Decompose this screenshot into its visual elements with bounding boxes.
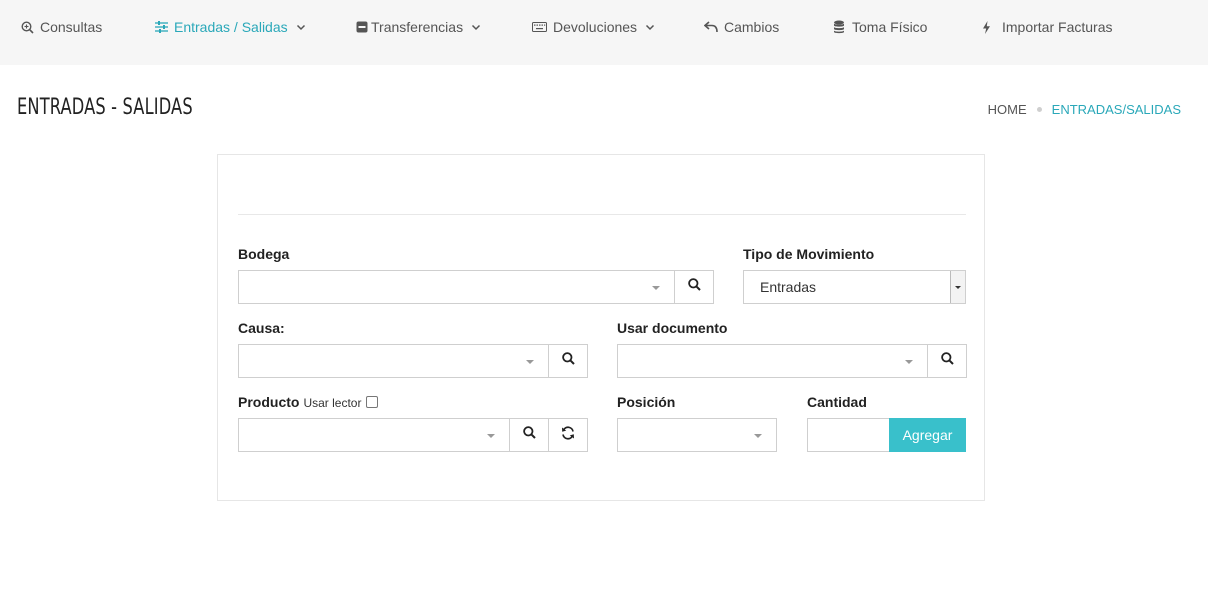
nav-item-label: Importar Facturas <box>1002 19 1113 35</box>
agregar-button[interactable]: Agregar <box>889 418 966 452</box>
search-icon <box>522 426 536 444</box>
caret-down-icon <box>526 360 534 364</box>
tipo-movimiento-label: Tipo de Movimiento <box>743 246 875 262</box>
cantidad-label: Cantidad <box>807 394 867 410</box>
search-plus-icon <box>20 20 34 34</box>
chevron-down-icon <box>471 22 481 32</box>
producto-label-group: Producto Usar lector <box>238 394 379 410</box>
cantidad-input[interactable] <box>807 418 890 452</box>
usar-documento-label: Usar documento <box>617 320 728 336</box>
search-icon <box>940 352 954 370</box>
search-icon <box>687 278 701 296</box>
top-navigation: Consultas Entradas / Salidas Transferenc… <box>0 0 1208 65</box>
posicion-select[interactable] <box>617 418 777 452</box>
search-icon <box>561 352 575 370</box>
nav-item-entradas-salidas[interactable]: Entradas / Salidas <box>154 17 306 37</box>
breadcrumb-current: ENTRADAS/SALIDAS <box>1051 102 1181 117</box>
breadcrumb-home-link[interactable]: HOME <box>988 102 1027 117</box>
undo-icon <box>704 20 718 34</box>
nav-item-label: Cambios <box>724 19 780 35</box>
producto-search-button[interactable] <box>509 418 549 452</box>
causa-select[interactable] <box>238 344 549 378</box>
nav-item-label: Toma Físico <box>852 19 928 35</box>
usar-lector-label: Usar lector <box>303 396 362 410</box>
chevron-down-icon <box>296 22 306 32</box>
producto-select[interactable] <box>238 418 510 452</box>
bodega-search-button[interactable] <box>674 270 714 304</box>
tipo-movimiento-select[interactable]: Entradas <box>743 270 966 304</box>
database-icon <box>832 20 846 34</box>
card-divider <box>238 214 966 215</box>
caret-down-icon <box>487 434 495 438</box>
keyboard-icon <box>531 20 547 34</box>
nav-item-devoluciones[interactable]: Devoluciones <box>531 17 655 37</box>
nav-item-label: Consultas <box>40 19 103 35</box>
posicion-label: Posición <box>617 394 676 410</box>
causa-search-button[interactable] <box>548 344 588 378</box>
nav-item-consultas[interactable]: Consultas <box>20 17 102 37</box>
producto-refresh-button[interactable] <box>548 418 588 452</box>
breadcrumb-separator <box>1036 107 1042 112</box>
causa-label: Causa: <box>238 320 285 336</box>
nav-item-transferencias[interactable]: Transferencias <box>355 17 481 37</box>
usar-documento-select[interactable] <box>617 344 928 378</box>
refresh-icon <box>561 425 575 445</box>
page-title: ENTRADAS - SALIDAS <box>17 95 193 120</box>
entradas-salidas-form-card: Bodega Tipo de Movimiento Entradas Causa… <box>217 154 985 501</box>
caret-down-icon <box>905 360 913 364</box>
bolt-icon <box>979 20 993 34</box>
producto-label: Producto <box>238 394 300 410</box>
usar-lector-checkbox[interactable] <box>366 396 379 408</box>
documento-search-button[interactable] <box>927 344 967 378</box>
nav-item-importar-facturas[interactable]: Importar Facturas <box>979 17 1112 37</box>
nav-item-label: Devoluciones <box>553 19 638 35</box>
bodega-select[interactable] <box>238 270 675 304</box>
tipo-movimiento-value: Entradas <box>760 279 817 295</box>
chevron-down-icon <box>645 22 655 32</box>
caret-down-icon <box>754 434 762 438</box>
minus-square-icon <box>355 20 369 34</box>
nav-item-label: Transferencias <box>371 19 464 35</box>
breadcrumb: HOME ENTRADAS/SALIDAS <box>988 102 1181 117</box>
bodega-label: Bodega <box>238 246 290 262</box>
nav-item-toma-fisico[interactable]: Toma Físico <box>832 17 927 37</box>
select-arrow-icon <box>950 271 965 303</box>
nav-item-label: Entradas / Salidas <box>174 19 288 35</box>
caret-down-icon <box>652 286 660 290</box>
nav-item-cambios[interactable]: Cambios <box>704 17 779 37</box>
sliders-icon <box>154 20 168 34</box>
